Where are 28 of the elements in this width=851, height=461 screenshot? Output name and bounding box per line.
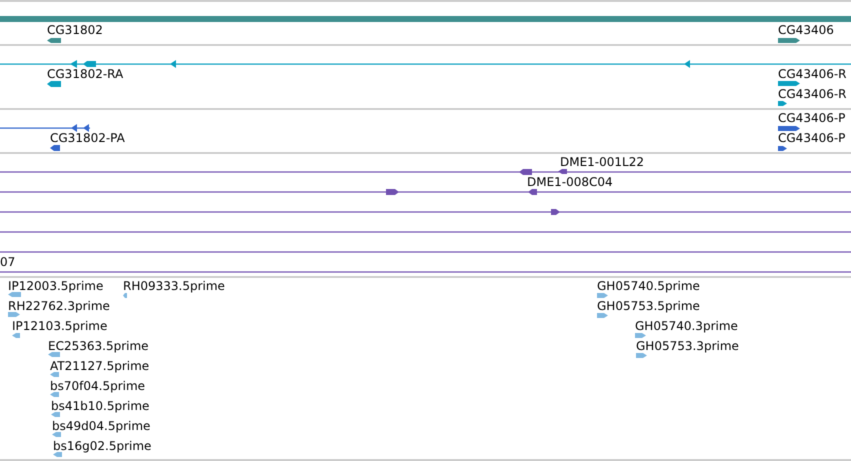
- feature-label: CG43406-P: [778, 111, 846, 125]
- feature-label: EC25363.5prime: [48, 339, 149, 353]
- feature-label: AT21127.5prime: [50, 359, 150, 373]
- clone-block: [551, 209, 560, 215]
- feature-label: bs41b10.5prime: [51, 399, 150, 413]
- feature-label: GH05753.5prime: [597, 299, 700, 313]
- feature-label: CG31802: [47, 23, 103, 37]
- feature-label: CG43406-P: [778, 131, 846, 145]
- clone-block: [519, 169, 532, 175]
- feature-label: CG43406-R: [778, 67, 847, 81]
- feature-label: GH05740.5prime: [597, 279, 700, 293]
- feature-label: IP12103.5prime: [12, 319, 108, 333]
- feature-label: RH22762.3prime: [8, 299, 110, 313]
- feature-label: DME1-001L22: [560, 155, 644, 169]
- feature-label: IP12003.5prime: [8, 279, 104, 293]
- feature-label: CG43406: [778, 23, 834, 37]
- feature-label: bs70f04.5prime: [50, 379, 146, 393]
- feature-label: GH05753.3prime: [636, 339, 739, 353]
- feature-label: CG31802-RA: [47, 67, 124, 81]
- feature-label: GH05740.3prime: [635, 319, 738, 333]
- feature-label: bs49d04.5prime: [52, 419, 150, 433]
- feature-label: RH09333.5prime: [123, 279, 225, 293]
- feature-label: DME1-008C04: [527, 175, 613, 189]
- feature-label: CG31802-PA: [50, 131, 125, 145]
- feature-label: CG43406-R: [778, 87, 847, 101]
- clone-block: [386, 189, 399, 195]
- feature-label: 07: [0, 255, 16, 269]
- feature-label: bs16g02.5prime: [53, 439, 152, 453]
